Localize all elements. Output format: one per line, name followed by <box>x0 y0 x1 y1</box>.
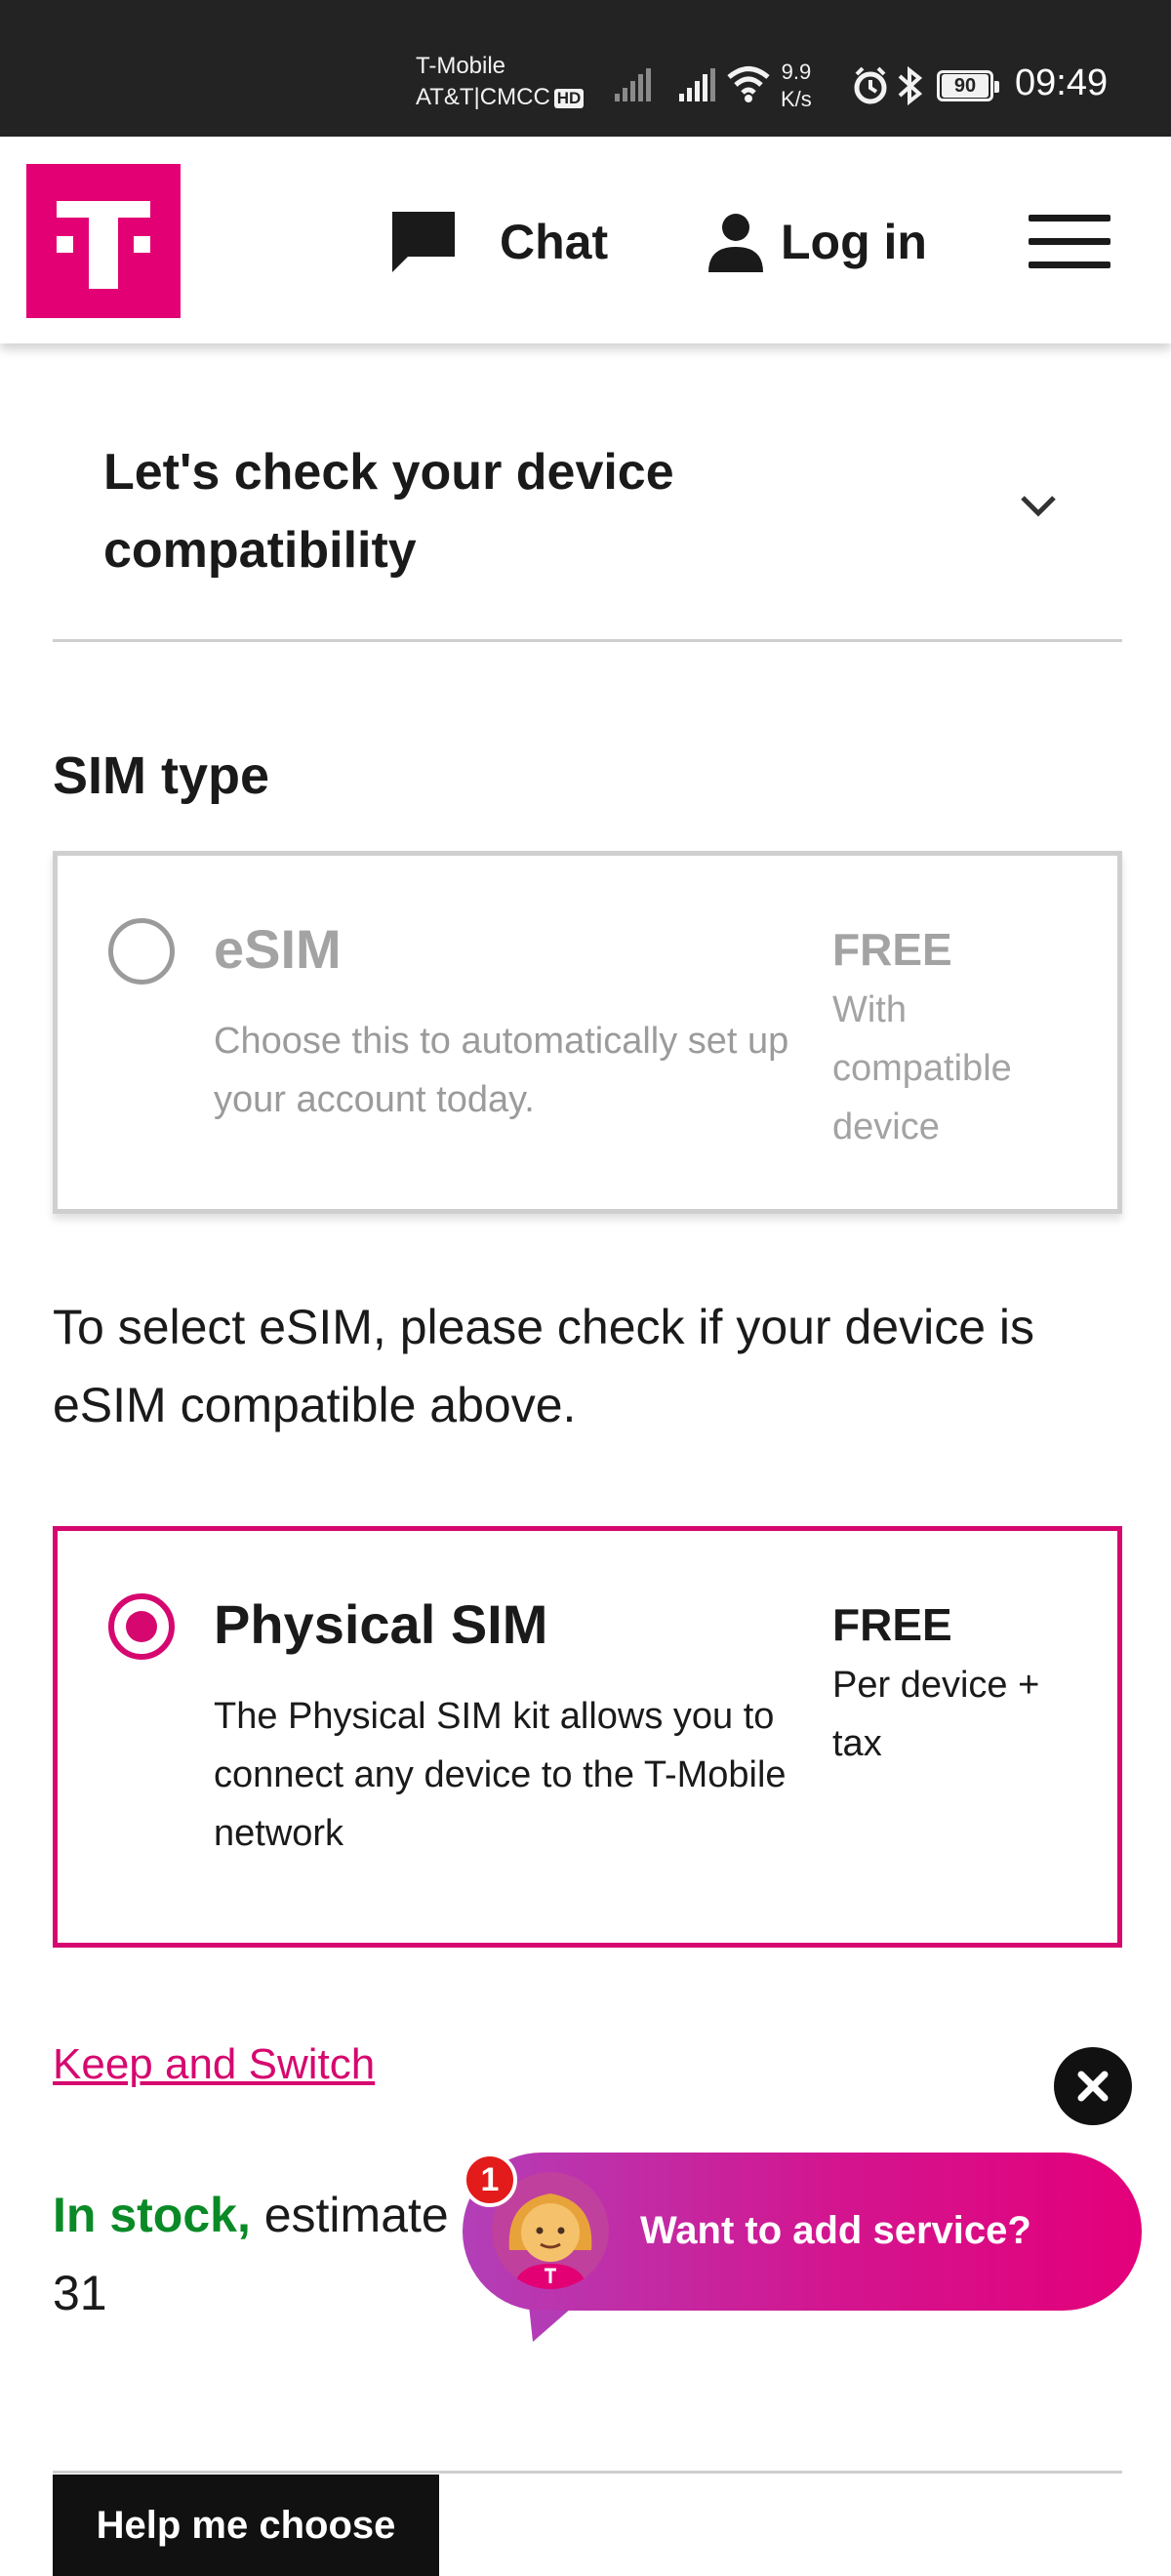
carrier-line-1: T-Mobile <box>416 53 506 79</box>
sim-type-heading: SIM type <box>53 746 270 805</box>
alarm-bluetooth-icons <box>854 65 923 106</box>
physical-sim-price: FREE <box>832 1599 952 1650</box>
battery-level: 90 <box>942 74 989 98</box>
close-chat-prompt-button[interactable] <box>1054 2047 1132 2125</box>
estimate-text: estimate <box>250 2188 449 2242</box>
estimate-date-tail: 31 <box>53 2266 107 2320</box>
physical-sim-radio[interactable] <box>108 1593 175 1660</box>
esim-price: FREE <box>832 924 952 975</box>
compatibility-title: Let's check your device compatibility <box>103 444 674 579</box>
site-header: Chat Log in <box>0 137 1171 343</box>
carrier-line-2: AT&T|CMCC <box>416 84 550 110</box>
wifi-icon <box>727 66 770 102</box>
esim-compatibility-note: To select eSIM, please check if your dev… <box>53 1300 1035 1432</box>
add-service-chat-prompt[interactable]: Want to add service? <box>463 2153 1142 2311</box>
help-me-choose-button[interactable]: Help me choose <box>53 2475 439 2576</box>
physical-sim-price-note: Per device + tax <box>832 1665 1040 1764</box>
chat-button[interactable]: Chat <box>388 205 608 279</box>
user-icon <box>708 214 763 272</box>
in-stock-label: In stock, <box>53 2188 251 2242</box>
physical-sim-title: Physical SIM <box>214 1593 548 1655</box>
speed-unit: K/s <box>781 87 812 111</box>
chat-label: Chat <box>500 215 609 269</box>
signal-strength-icon-1 <box>615 68 651 101</box>
hd-badge: HD <box>553 88 585 108</box>
speed-value: 9.9 <box>781 60 812 84</box>
login-label: Log in <box>781 215 927 269</box>
network-speed: 9.9 K/s <box>781 59 812 113</box>
signal-strength-icon-2 <box>679 68 715 101</box>
status-bar: T-Mobile AT&T|CMCC HD 9.9 K/s 90 09:49 <box>0 0 1171 137</box>
bluetooth-icon <box>898 65 923 106</box>
carrier-info: T-Mobile AT&T|CMCC HD <box>416 51 585 113</box>
section-divider <box>53 2471 1122 2474</box>
battery-icon: 90 <box>937 70 999 101</box>
esim-option-card[interactable]: eSIM Choose this to automatically set up… <box>53 851 1122 1214</box>
keep-and-switch-link[interactable]: Keep and Switch <box>53 2035 375 2094</box>
carrier-line-2-row: AT&T|CMCC HD <box>416 82 585 113</box>
hamburger-menu-icon[interactable] <box>1029 215 1110 269</box>
esim-description: Choose this to automatically set up your… <box>214 1021 789 1120</box>
notification-badge: 1 <box>463 2153 517 2207</box>
esim-price-note: With compatible device <box>832 989 1012 1147</box>
esim-title: eSIM <box>214 918 342 980</box>
t-logo-icon <box>57 201 150 289</box>
alarm-icon <box>854 66 887 104</box>
chat-bubble-icon <box>392 212 455 272</box>
physical-sim-option-card[interactable]: Physical SIM The Physical SIM kit allows… <box>53 1526 1122 1948</box>
login-button[interactable]: Log in <box>707 205 927 279</box>
close-icon <box>1077 2071 1109 2102</box>
device-compatibility-accordion[interactable]: Let's check your device compatibility <box>53 429 1122 642</box>
tmobile-logo[interactable] <box>26 164 181 318</box>
chevron-down-icon <box>1021 496 1056 517</box>
esim-radio[interactable] <box>108 918 175 985</box>
physical-sim-description: The Physical SIM kit allows you to conne… <box>214 1696 787 1854</box>
clock: 09:49 <box>1015 62 1109 103</box>
add-service-prompt-text: Want to add service? <box>640 2209 1031 2252</box>
